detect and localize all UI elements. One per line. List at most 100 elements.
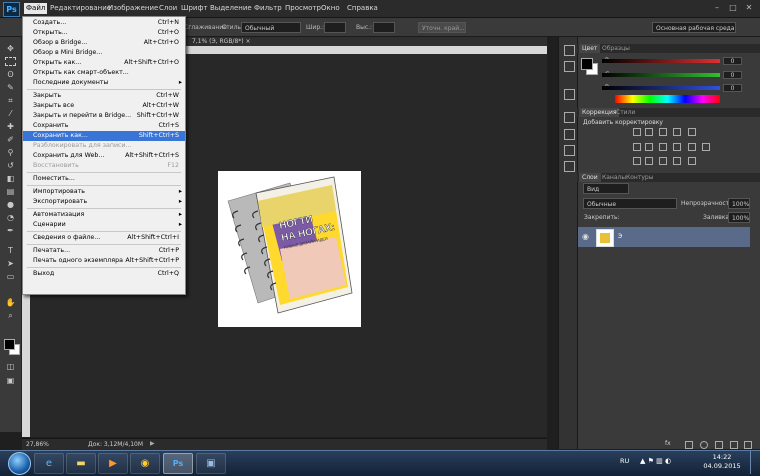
- info-panel-icon[interactable]: [564, 89, 575, 100]
- channel-r-slider[interactable]: [602, 59, 720, 63]
- file-menu-item[interactable]: Последние документы ▸: [23, 78, 185, 88]
- color-balance-icon[interactable]: [645, 143, 653, 151]
- maximize-icon[interactable]: □: [726, 2, 740, 13]
- photoshop-taskbar-icon[interactable]: Ps: [163, 453, 193, 474]
- paragraph-panel-icon[interactable]: [564, 161, 575, 172]
- menu-edit[interactable]: Редактирование: [48, 3, 113, 14]
- refine-edge-button[interactable]: Уточн. край...: [418, 22, 466, 33]
- foreground-color-swatch-front[interactable]: [4, 339, 15, 350]
- menu-view[interactable]: Просмотр: [283, 3, 323, 14]
- file-menu-item[interactable]: Сохранить как... Shift+Ctrl+S: [23, 131, 185, 141]
- file-menu-item[interactable]: Закрыть Ctrl+W: [23, 91, 185, 101]
- layer-name[interactable]: Э: [618, 233, 622, 240]
- menu-window[interactable]: Окно: [319, 3, 342, 14]
- file-menu-item[interactable]: Сохранить для Web... Alt+Shift+Ctrl+S: [23, 151, 185, 161]
- minimize-icon[interactable]: –: [710, 2, 724, 13]
- zoom-level[interactable]: 27,86%: [26, 441, 49, 448]
- tab-color[interactable]: Цвет: [579, 44, 601, 53]
- tray-icons[interactable]: ▲ ⚑ ▥ ◐: [640, 457, 671, 465]
- brightness-icon[interactable]: [633, 128, 641, 136]
- eyedropper-tool-icon[interactable]: ⁄: [5, 109, 16, 118]
- add-mask-icon[interactable]: [685, 441, 693, 449]
- menu-file[interactable]: Файл: [24, 3, 48, 14]
- channel-b-slider[interactable]: [602, 86, 720, 90]
- posterize-icon[interactable]: [645, 157, 653, 165]
- channel-g-slider[interactable]: [602, 73, 720, 77]
- menu-select[interactable]: Выделение: [208, 3, 254, 14]
- zoom-tool-icon[interactable]: ⌕: [5, 311, 16, 320]
- color-lookup-icon[interactable]: [702, 143, 710, 151]
- chrome-taskbar-icon[interactable]: ◉: [130, 453, 160, 474]
- quick-mask-icon[interactable]: ◫: [5, 362, 16, 371]
- file-menu-item[interactable]: Печать одного экземпляра Alt+Shift+Ctrl+P: [23, 256, 185, 266]
- blend-mode-select[interactable]: Обычные: [583, 198, 677, 209]
- layer-fx-icon[interactable]: fx: [665, 440, 671, 447]
- gradient-tool-icon[interactable]: ▤: [5, 187, 16, 196]
- quick-select-tool-icon[interactable]: ✎: [5, 83, 16, 92]
- file-menu-item[interactable]: Экспортировать ▸: [23, 197, 185, 207]
- layer-kind-filter[interactable]: Вид: [583, 183, 629, 194]
- taskbar-clock[interactable]: 14:22 04.09.2015: [702, 453, 742, 471]
- opacity-input[interactable]: 100%: [728, 198, 750, 209]
- channel-r-value[interactable]: 0: [723, 57, 742, 65]
- file-menu-item[interactable]: Импортировать ▸: [23, 187, 185, 197]
- brush-tool-icon[interactable]: ✐: [5, 135, 16, 144]
- channel-b-value[interactable]: 0: [723, 84, 742, 92]
- eraser-tool-icon[interactable]: ◧: [5, 174, 16, 183]
- file-menu-item[interactable]: Обзор в Mini Bridge...: [23, 48, 185, 58]
- move-tool-icon[interactable]: ✥: [5, 44, 16, 53]
- media-player-taskbar-icon[interactable]: ▶: [98, 453, 128, 474]
- file-menu-item[interactable]: Закрыть все Alt+Ctrl+W: [23, 101, 185, 111]
- invert-icon[interactable]: [633, 157, 641, 165]
- layer-row[interactable]: ◉ Э: [578, 227, 750, 247]
- tab-styles[interactable]: Стили: [613, 108, 638, 117]
- vibrance-icon[interactable]: [688, 128, 696, 136]
- file-menu-item[interactable]: Поместить...: [23, 174, 185, 184]
- clone-source-panel-icon[interactable]: [564, 129, 575, 140]
- tab-paths[interactable]: Контуры: [623, 173, 656, 182]
- curves-icon[interactable]: [659, 128, 667, 136]
- new-group-icon[interactable]: [715, 441, 723, 449]
- hand-tool-icon[interactable]: ✋: [5, 298, 16, 307]
- fill-input[interactable]: 100%: [728, 212, 750, 223]
- actions-panel-icon[interactable]: [564, 61, 575, 72]
- file-menu-item[interactable]: Открыть как смарт-объект...: [23, 68, 185, 78]
- close-icon[interactable]: ✕: [742, 2, 756, 13]
- new-adjustment-icon[interactable]: [700, 441, 708, 449]
- workspace-select[interactable]: Основная рабочая среда: [652, 22, 736, 33]
- trash-icon[interactable]: [744, 441, 752, 449]
- shape-tool-icon[interactable]: ▭: [5, 272, 16, 281]
- file-menu-item[interactable]: Создать... Ctrl+N: [23, 18, 185, 28]
- file-menu-item[interactable]: Печатать... Ctrl+P: [23, 246, 185, 256]
- photo-filter-icon[interactable]: [673, 143, 681, 151]
- lasso-tool-icon[interactable]: ʘ: [5, 70, 16, 79]
- path-select-tool-icon[interactable]: ➤: [5, 259, 16, 268]
- history-panel-icon[interactable]: [564, 45, 575, 56]
- channel-g-value[interactable]: 0: [723, 71, 742, 79]
- color-foreground-swatch-front[interactable]: [581, 58, 593, 70]
- tab-layers[interactable]: Слои: [579, 173, 601, 182]
- start-button-icon[interactable]: [8, 452, 31, 475]
- dodge-tool-icon[interactable]: ◔: [5, 213, 16, 222]
- history-brush-tool-icon[interactable]: ↺: [5, 161, 16, 170]
- image-canvas[interactable]: НОГТИ НА НОГАХ: НОВЫЕ ДИЗАЙН-ИДЕИ: [218, 171, 361, 327]
- selective-color-icon[interactable]: [673, 157, 681, 165]
- gradient-map-icon[interactable]: [688, 157, 696, 165]
- character-panel-icon[interactable]: [564, 145, 575, 156]
- color-spectrum-bar[interactable]: [615, 95, 720, 103]
- menu-type[interactable]: Шрифт: [179, 3, 210, 14]
- eye-icon[interactable]: ◉: [582, 232, 589, 241]
- blur-tool-icon[interactable]: ●: [5, 200, 16, 209]
- file-menu-item[interactable]: Автоматизация ▸: [23, 210, 185, 220]
- new-layer-icon[interactable]: [730, 441, 738, 449]
- marquee-tool-icon[interactable]: [5, 57, 16, 66]
- menu-filter[interactable]: Фильтр: [252, 3, 284, 14]
- ie-taskbar-icon[interactable]: e: [34, 453, 64, 474]
- crop-tool-icon[interactable]: ⌗: [5, 96, 16, 105]
- window-taskbar-icon[interactable]: ▣: [196, 453, 226, 474]
- file-menu-item[interactable]: Открыть... Ctrl+O: [23, 28, 185, 38]
- healing-brush-tool-icon[interactable]: ✚: [5, 122, 16, 131]
- file-menu-item[interactable]: Сохранить Ctrl+S: [23, 121, 185, 131]
- language-indicator[interactable]: RU: [620, 457, 629, 465]
- type-tool-icon[interactable]: T: [5, 246, 16, 255]
